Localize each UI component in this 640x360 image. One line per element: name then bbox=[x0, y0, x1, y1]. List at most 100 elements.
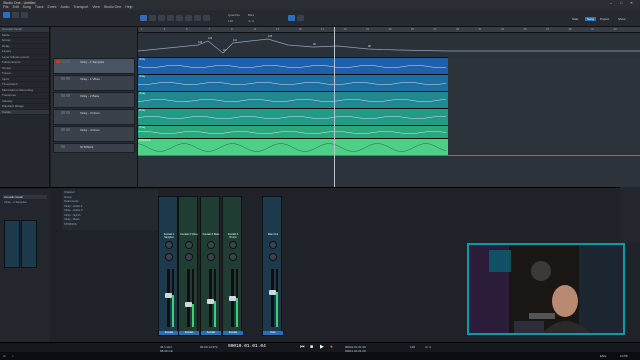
split-tool-icon[interactable] bbox=[158, 15, 165, 21]
signature-value[interactable]: 4 / 4 bbox=[248, 19, 254, 23]
solo-button[interactable] bbox=[66, 60, 70, 63]
pan-knob[interactable] bbox=[229, 241, 237, 249]
fader-cap[interactable] bbox=[207, 298, 214, 304]
mute-button[interactable] bbox=[61, 77, 65, 80]
mute-tool-icon[interactable] bbox=[185, 15, 192, 21]
track-header[interactable]: Vinky - 4 Drum bbox=[53, 126, 135, 142]
fader-cap[interactable] bbox=[269, 290, 276, 296]
quantize-label[interactable]: Quantize bbox=[228, 13, 240, 17]
search-icon[interactable]: ⌕ bbox=[12, 354, 14, 358]
send-knob[interactable] bbox=[229, 253, 237, 261]
left-channel-fader-strip[interactable] bbox=[21, 220, 37, 268]
mute-button[interactable] bbox=[61, 145, 65, 148]
volume-fader[interactable] bbox=[271, 269, 274, 327]
fader-cap[interactable] bbox=[185, 301, 192, 307]
song-end-marker[interactable] bbox=[138, 155, 640, 156]
tempo-point-label[interactable]: 105 bbox=[268, 35, 272, 38]
time-display[interactable]: 00010.01.01.04 bbox=[228, 344, 266, 349]
track-header[interactable]: Vinky - 2 Bass bbox=[53, 92, 135, 108]
tempo-track[interactable]: 120 100 92 110 105 96 88 bbox=[137, 33, 640, 57]
audio-event[interactable]: STRINGS bbox=[138, 138, 448, 155]
show-tab[interactable]: Show bbox=[618, 17, 626, 21]
mixer-channel[interactable]: Main Out Main bbox=[262, 196, 283, 336]
mute-button[interactable] bbox=[61, 111, 65, 114]
send-knob[interactable] bbox=[165, 253, 173, 261]
arrow-tool-icon[interactable] bbox=[140, 15, 147, 21]
volume-fader[interactable] bbox=[187, 269, 190, 327]
channel-name[interactable]: Kontakt bbox=[159, 331, 179, 335]
solo-button[interactable] bbox=[66, 94, 70, 97]
tempo-point-label[interactable]: 120 bbox=[198, 41, 202, 44]
play-icon[interactable]: ▶ bbox=[320, 344, 324, 350]
fader-cap[interactable] bbox=[165, 293, 172, 299]
fader-cap[interactable] bbox=[229, 296, 236, 301]
taskbar-lang[interactable]: ENG bbox=[600, 354, 607, 358]
channel-name[interactable]: Main bbox=[263, 331, 283, 335]
solo-button[interactable] bbox=[66, 111, 70, 114]
mixer-channel[interactable]: Kontakt 3 Bass Kontakt bbox=[200, 196, 221, 336]
solo-button[interactable] bbox=[66, 77, 70, 80]
stop-icon[interactable]: ■ bbox=[310, 344, 313, 350]
track-header[interactable]: Vinky - 1 Vibes bbox=[53, 75, 135, 91]
channel-name[interactable]: Kontakt bbox=[201, 331, 221, 335]
audio-event[interactable]: Vinky bbox=[138, 125, 448, 138]
listen-tool-icon[interactable] bbox=[203, 15, 210, 21]
paint-tool-icon[interactable] bbox=[176, 15, 183, 21]
autoscroll-icon[interactable] bbox=[297, 15, 304, 21]
mixer-channel[interactable]: Kontakt 1 Samples Kontakt bbox=[158, 196, 179, 336]
inspector-toggle-button[interactable] bbox=[3, 12, 10, 18]
routing-item[interactable]: STRINGS bbox=[62, 222, 158, 227]
mixer-channel[interactable]: Kontakt 2 Vibes Kontakt bbox=[178, 196, 199, 336]
range-tool-icon[interactable] bbox=[149, 15, 156, 21]
send-knob[interactable] bbox=[185, 253, 193, 261]
track-header[interactable]: Vinky - 1 Samples bbox=[53, 58, 135, 74]
tempo-point-label[interactable]: 92 bbox=[223, 49, 226, 52]
eraser-tool-icon[interactable] bbox=[167, 15, 174, 21]
audio-event[interactable]: Vinky bbox=[138, 57, 448, 74]
solo-button[interactable] bbox=[66, 128, 70, 131]
record-icon[interactable]: ● bbox=[330, 344, 333, 350]
timebase-label[interactable]: Bars bbox=[248, 13, 254, 17]
project-tab[interactable]: Project bbox=[600, 17, 609, 21]
start-tab[interactable]: Start bbox=[572, 17, 578, 21]
audio-event[interactable]: Vinky bbox=[138, 74, 448, 91]
tempo-point-label[interactable]: 110 bbox=[233, 39, 237, 42]
transport-signature[interactable]: 4 / 4 bbox=[425, 345, 431, 349]
pan-knob[interactable] bbox=[185, 241, 193, 249]
tempo-point-label[interactable]: 88 bbox=[368, 45, 371, 48]
track-header[interactable]: STRINGS bbox=[53, 143, 135, 153]
audio-event[interactable]: Vinky bbox=[138, 91, 448, 108]
snap-toggle-icon[interactable] bbox=[288, 15, 295, 21]
channel-name[interactable]: Kontakt bbox=[223, 331, 243, 335]
channel-name[interactable]: Kontakt bbox=[179, 331, 199, 335]
rewind-icon[interactable]: ⏮ bbox=[300, 344, 305, 350]
song-tab[interactable]: Song bbox=[585, 17, 597, 21]
pan-knob[interactable] bbox=[207, 241, 215, 249]
pan-knob[interactable] bbox=[165, 241, 173, 249]
pan-knob[interactable] bbox=[269, 241, 277, 249]
mixer-channel[interactable]: Kontakt 4 Drums Kontakt bbox=[222, 196, 243, 336]
audio-event[interactable]: Vinky bbox=[138, 108, 448, 125]
tempo-point-label[interactable]: 96 bbox=[313, 43, 316, 46]
mute-button[interactable] bbox=[61, 94, 65, 97]
mix-view-button[interactable] bbox=[12, 12, 19, 18]
transport-tempo[interactable]: 120 bbox=[410, 345, 415, 349]
record-arm-icon[interactable] bbox=[56, 60, 60, 63]
playhead-cursor[interactable] bbox=[334, 27, 335, 187]
send-knob[interactable] bbox=[269, 253, 277, 261]
taskbar-clock[interactable]: 10:58 bbox=[620, 354, 628, 358]
maximize-button[interactable]: □ bbox=[620, 1, 622, 5]
send-knob[interactable] bbox=[207, 253, 215, 261]
inspector-row-vocals[interactable]: Vocals bbox=[0, 109, 49, 115]
track-header[interactable]: Vinky - 3 Drum bbox=[53, 109, 135, 125]
mute-button[interactable] bbox=[61, 128, 65, 131]
bend-tool-icon[interactable] bbox=[194, 15, 201, 21]
windows-start-icon[interactable]: ⊞ bbox=[3, 354, 6, 358]
edit-view-button[interactable] bbox=[21, 12, 28, 18]
mute-button[interactable] bbox=[61, 60, 65, 63]
tempo-value[interactable]: 120 bbox=[228, 19, 233, 23]
left-channel-fader-strip[interactable] bbox=[4, 220, 20, 268]
minimize-button[interactable]: – bbox=[610, 1, 612, 5]
tempo-point-label[interactable]: 100 bbox=[208, 37, 212, 40]
close-button[interactable]: ✕ bbox=[630, 1, 633, 5]
